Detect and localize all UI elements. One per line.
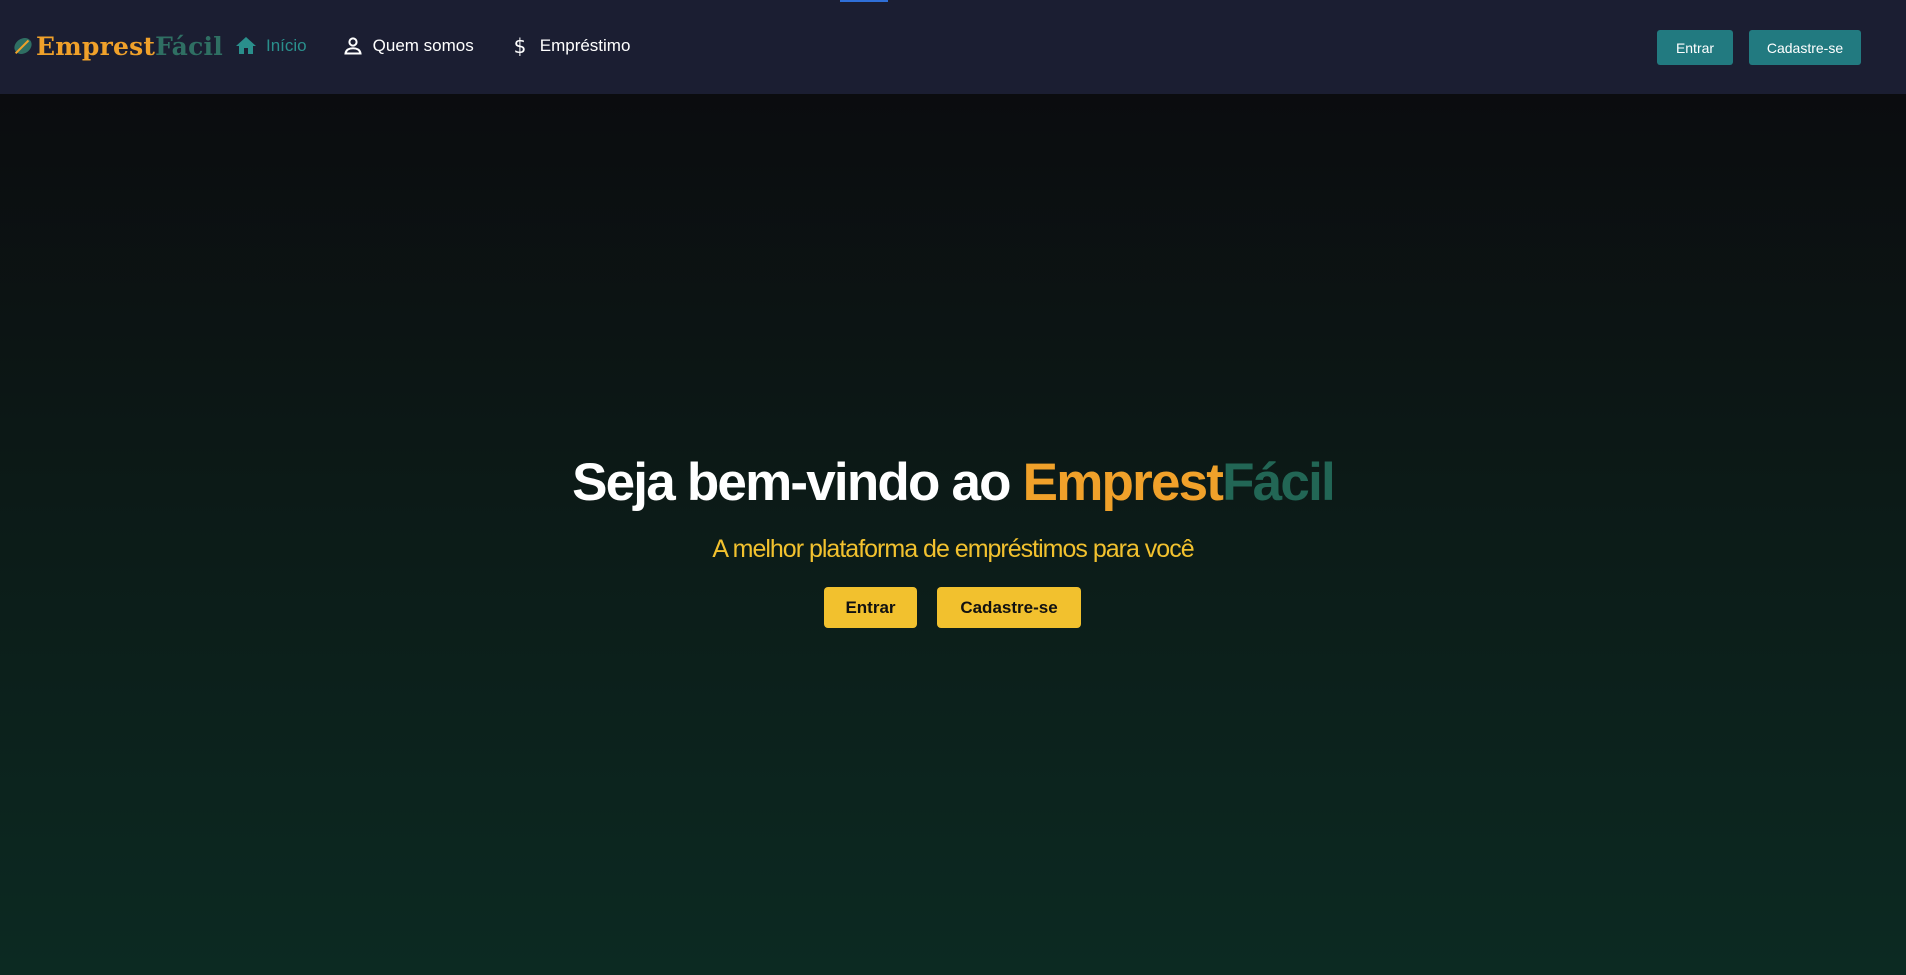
page-load-indicator	[840, 0, 888, 2]
svg-text:$: $	[513, 34, 526, 58]
nav-item-label: Empréstimo	[539, 36, 631, 55]
logo-text-facil: Fácil	[155, 31, 223, 61]
hero-title-prefix: Seja bem-vindo ao	[572, 453, 1023, 512]
person-icon	[344, 37, 362, 55]
login-button[interactable]: Entrar	[1657, 30, 1733, 65]
navbar: Emprest Fácil Início Quem somos $ Emprést…	[0, 0, 1906, 94]
nav-item-quem-somos[interactable]: Quem somos	[341, 34, 474, 58]
hero-brand-emprest: Emprest	[1022, 453, 1224, 512]
nav-item-inicio[interactable]: Início	[234, 34, 307, 58]
nav-item-label: Quem somos	[372, 36, 474, 55]
hero-subtitle: A melhor plataforma de empréstimos para …	[712, 535, 1194, 563]
logo-text-emprest: Emprest	[36, 31, 156, 61]
leaf-icon	[14, 38, 32, 55]
signup-button[interactable]: Cadastre-se	[1749, 30, 1861, 65]
nav-item-emprestimo[interactable]: $ Empréstimo	[508, 34, 631, 58]
hero-login-button[interactable]: Entrar	[824, 587, 917, 628]
logo[interactable]: Emprest Fácil	[12, 30, 223, 62]
home-icon	[236, 37, 256, 54]
hero-signup-button[interactable]: Cadastre-se	[937, 587, 1081, 628]
dollar-icon: $	[513, 34, 526, 58]
main-nav: Início Quem somos $ Empréstimo	[234, 34, 664, 58]
nav-item-label: Início	[266, 36, 307, 55]
hero-brand-facil: Fácil	[1222, 453, 1336, 512]
hero-title: Seja bem-vindo ao EmprestFácil	[0, 452, 1906, 513]
